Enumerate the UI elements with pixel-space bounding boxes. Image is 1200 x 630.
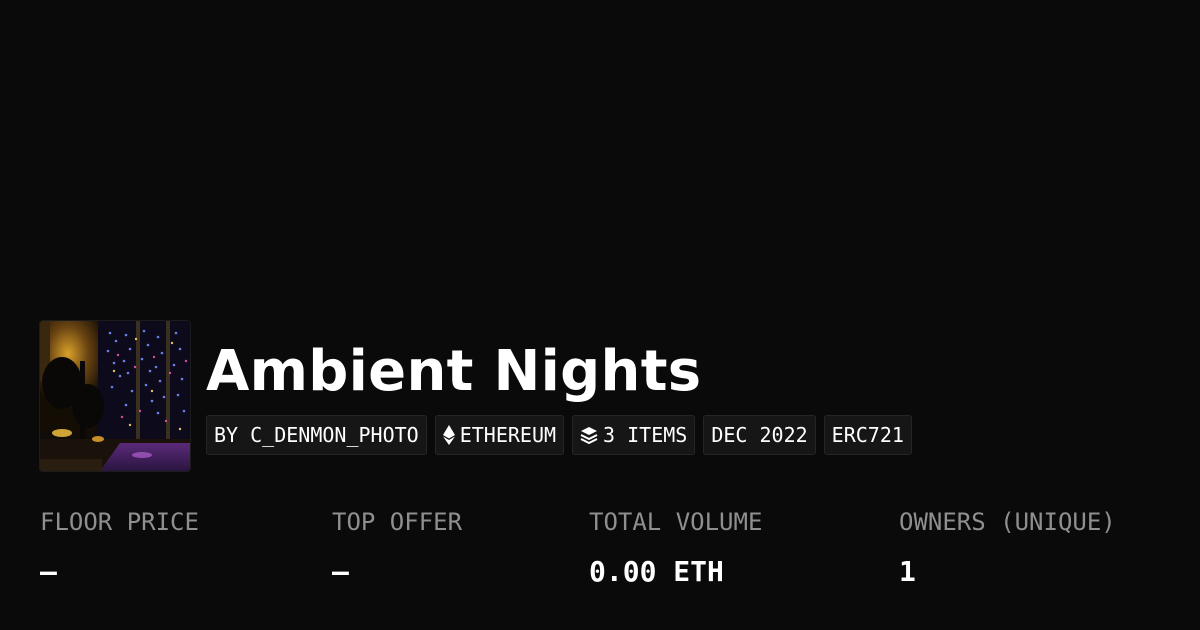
stat-value: – [40, 555, 57, 588]
chain-label: ETHEREUM [459, 423, 557, 447]
stat-label: FLOOR PRICE [40, 508, 199, 536]
creator-tag[interactable]: BY C_DENMON_PHOTO [206, 415, 427, 455]
items-tag[interactable]: 3 ITEMS [572, 415, 696, 455]
stat-value: 1 [899, 555, 916, 588]
stat-floor-price: FLOOR PRICE – [40, 505, 199, 589]
ethereum-icon [442, 425, 455, 445]
standard-tag: ERC721 [823, 415, 912, 455]
layers-icon [580, 427, 598, 444]
collection-tags: BY C_DENMON_PHOTO ETHEREUM 3 ITEMS DEC 2… [206, 415, 912, 455]
items-label: 3 ITEMS [603, 423, 688, 447]
date-label: DEC 2022 [711, 423, 808, 447]
stat-value: – [332, 555, 349, 588]
stat-total-volume: TOTAL VOLUME 0.00 ETH [589, 505, 762, 589]
collection-title: Ambient Nights [206, 339, 702, 404]
chain-tag[interactable]: ETHEREUM [434, 415, 565, 455]
stat-label: TOP OFFER [332, 508, 463, 536]
stat-top-offer: TOP OFFER – [332, 505, 462, 589]
collection-thumbnail [40, 321, 190, 471]
date-tag: DEC 2022 [703, 415, 816, 455]
stat-label: OWNERS (UNIQUE) [899, 508, 1116, 536]
standard-label: ERC721 [831, 423, 904, 447]
creator-label: BY C_DENMON_PHOTO [214, 423, 419, 447]
stat-value: 0.00 ETH [589, 555, 724, 588]
stat-owners: OWNERS (UNIQUE) 1 [899, 505, 1116, 589]
stat-label: TOTAL VOLUME [589, 508, 763, 536]
